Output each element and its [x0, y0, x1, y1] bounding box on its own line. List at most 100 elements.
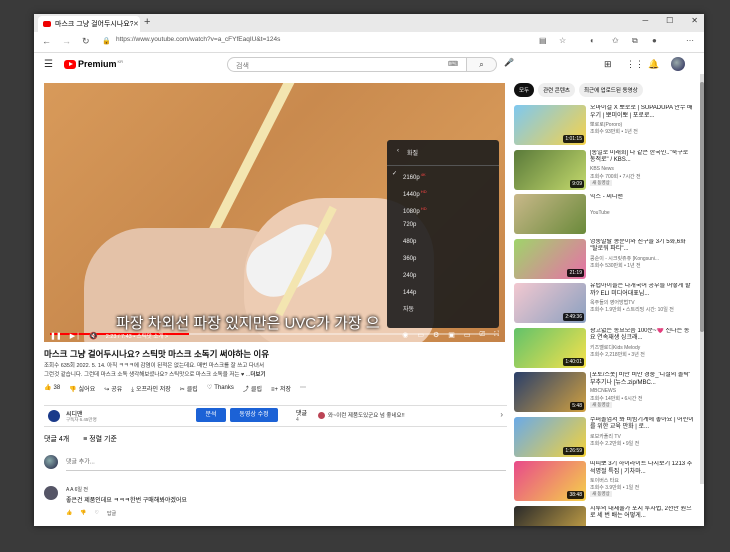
video-thumbnail[interactable]: 9:09 [514, 149, 586, 190]
quality-option[interactable]: 1440p HD [387, 183, 499, 200]
reply-button[interactable]: 답글 [107, 510, 116, 517]
video-thumbnail[interactable]: 38:48 [514, 461, 586, 501]
filter-chip[interactable]: 최근에 업로드된 동영상 [578, 83, 643, 97]
recommended-video[interactable]: 시루의 대체불가 포지 투자법, 2천만 원으로 세 번 배는 어떻게... [514, 504, 694, 526]
mute-icon[interactable]: 🔇 [89, 332, 98, 340]
new-tab-button[interactable]: + [144, 16, 150, 28]
cast-icon[interactable]: ⎚ [479, 331, 485, 339]
url-field[interactable]: https://www.youtube.com/watch?v=a_cFYfEa… [116, 36, 306, 43]
recommended-video[interactable]: 1:26:59 수퍼돌업서 봐 비빔기계에 놓아요 | 어린이를 위한 교육 만화… [514, 415, 694, 460]
recommended-video[interactable]: 21:19 엉뚱발랄 콩순이와 친구들 3기 5화,6화 "탈로워 파티"... 콩… [514, 237, 694, 282]
video-thumbnail[interactable]: 5:48 [514, 372, 586, 412]
video-description[interactable]: 조회수 635회 2022. 5. 14. 아직 ㅋㅋㅋ에 감염이 된적은 없는… [44, 362, 514, 380]
quality-menu-header[interactable]: ‹ 화질 [387, 140, 499, 166]
filter-chip[interactable]: 모두 [514, 83, 535, 97]
action-button[interactable]: ⤴ 클립 [243, 384, 262, 394]
scroll-thumb[interactable] [700, 82, 704, 332]
page-scrollbar[interactable] [700, 74, 704, 484]
recommended-channel[interactable]: MBCNEWS [590, 388, 616, 394]
video-player[interactable]: 파장 차외선 파장 있지만은 UVC가 가장 으 ‹ 화질 2160p 4K14… [44, 83, 505, 342]
recommended-video[interactable]: 믹스 - 씨디맨 YouTube [514, 192, 694, 237]
video-thumbnail[interactable]: 1:40:01 [514, 327, 586, 368]
recommended-channel[interactable]: 키즈멜로디Kids Melody [590, 344, 640, 351]
action-button[interactable]: 👍 38 [44, 384, 60, 394]
comment-dislike-icon[interactable]: 👎 [80, 510, 86, 517]
recommended-video[interactable]: 5:48 [포토/스폿] 비만 비만 경충_'디절의 몰락' 부추기나 [뉴스.z… [514, 370, 694, 415]
maximize-icon[interactable]: ☐ [666, 16, 673, 25]
quality-option[interactable]: 자동 [387, 302, 499, 319]
action-button[interactable]: 👎 싫어요 [69, 384, 95, 394]
channel-avatar[interactable] [48, 410, 60, 422]
recommended-channel[interactable]: YouTube [590, 210, 610, 216]
recommended-title[interactable]: 믹스 - 씨디맨 [590, 194, 694, 202]
action-button[interactable]: ↪ 공유 [104, 384, 122, 394]
edit-video-button[interactable]: 동영상 수정 [230, 408, 278, 422]
quality-option[interactable]: 480p [387, 234, 499, 251]
video-thumbnail[interactable]: 1:01:15 [514, 105, 586, 145]
chevron-right-icon[interactable]: › [500, 410, 503, 419]
sort-button[interactable]: ≡ 정렬 기준 [83, 434, 117, 444]
miniplayer-icon[interactable]: ▣ [448, 331, 455, 339]
recommended-channel[interactable]: 뽀로로(Pororo) [590, 121, 622, 128]
filter-chip[interactable]: 관련 콘텐츠 [538, 83, 575, 97]
quality-option[interactable]: 720p [387, 217, 499, 234]
recommended-title[interactable]: [통일로 미래회] 다 같은 한국인.."죽구로 동적로" / KBS... [590, 150, 694, 165]
recommended-video[interactable]: 1:01:15 오마이걸 X 뽀로로 | SUPADUPA 안무 배우기 | 뽀미… [514, 103, 694, 148]
comment-like-icon[interactable]: 👍 [66, 510, 72, 517]
search-input[interactable]: 검색 [227, 57, 467, 72]
video-thumbnail[interactable] [514, 194, 586, 234]
menu-dots-icon[interactable]: ⋯ [686, 36, 694, 45]
comments-mini[interactable]: 댓글 4 [296, 408, 307, 423]
forward-icon[interactable]: → [62, 36, 71, 46]
quality-option[interactable]: 360p [387, 251, 499, 268]
recommended-channel[interactable]: 로보카폴리 TV [590, 433, 621, 440]
recommended-title[interactable]: 광고없는 동요모음 100분~💗 신나는 동요 연속재생 싱크래... [590, 328, 694, 343]
star-icon[interactable]: ☆ [559, 36, 566, 45]
extension-icon[interactable]: ◐ [590, 36, 595, 45]
search-button[interactable]: ⌕ [467, 57, 497, 72]
add-comment[interactable]: 댓글 추가... [44, 455, 506, 471]
recommended-title[interactable]: 유럽아이들은 다개국어 공부를 어떻게 할까? ELI 미디어대표님... [590, 283, 694, 298]
recommended-channel[interactable]: 옥주들의 영어방법TV [590, 299, 635, 306]
recommended-channel[interactable]: 토이버스 타요 [590, 477, 619, 484]
action-button[interactable]: ⤓ 오프라인 저장 [131, 384, 170, 394]
apps-icon[interactable]: ⋮⋮ [626, 59, 644, 70]
recommended-channel[interactable]: 콩순이 - 시크릿쥬쥬 [Kongsuni... [590, 255, 659, 262]
refresh-icon[interactable]: ↻ [82, 36, 90, 47]
fullscreen-icon[interactable]: ⛶ [494, 331, 499, 339]
reader-icon[interactable]: ▤ [539, 36, 547, 45]
tab-close-icon[interactable]: ✕ [133, 20, 139, 28]
action-button[interactable]: ≡+ 저장 [271, 384, 291, 394]
recommended-title[interactable]: [포토/스폿] 비만 비만 경충_'디절의 몰락' 부추기나 [뉴스.zip/M… [590, 372, 694, 387]
minimize-icon[interactable]: ─ [642, 16, 648, 25]
action-button[interactable]: ♡ Thanks [207, 384, 234, 394]
action-button[interactable]: ✂ 클립 [180, 384, 198, 394]
quality-option[interactable]: 2160p 4K [387, 166, 499, 183]
more-link[interactable]: 더보기 [250, 372, 265, 378]
recommended-title[interactable]: 수퍼돌업서 봐 비빔기계에 놓아요 | 어린이를 위한 교육 만화 | 로... [590, 417, 694, 432]
favorites-icon[interactable]: ✩ [612, 36, 619, 45]
keyboard-icon[interactable]: ⌨ [448, 60, 458, 68]
microphone-icon[interactable]: 🎤 [504, 58, 514, 67]
comment-author[interactable]: A A 6일 전 [66, 486, 88, 493]
recommended-title[interactable]: 오마이걸 X 뽀로로 | SUPADUPA 안무 배우기 | 뽀미이뽀 | 포로… [590, 105, 694, 120]
recommended-title[interactable]: 시루의 대체불가 포지 투자법, 2천만 원으로 세 번 배는 어떻게... [590, 506, 694, 521]
user-avatar[interactable] [671, 57, 685, 71]
quality-option[interactable]: 240p [387, 268, 499, 285]
notifications-bell-icon[interactable]: 🔔 [648, 59, 659, 70]
create-video-icon[interactable]: ⊞ [604, 59, 612, 70]
next-icon[interactable]: ▶❘ [70, 332, 81, 340]
recommended-video[interactable]: 9:09 [통일로 미래회] 다 같은 한국인.."죽구로 동적로" / KBS.… [514, 148, 694, 193]
video-thumbnail[interactable]: 21:19 [514, 238, 586, 279]
autoplay-toggle-icon[interactable]: ◉ [402, 331, 408, 339]
pause-icon[interactable]: ❚❚ [50, 332, 62, 340]
browser-tab[interactable]: 마스크 그냥 걸어두시나요? 스틱 ✕ [38, 16, 140, 32]
action-button[interactable]: ⋯ [300, 384, 308, 394]
hamburger-menu-icon[interactable]: ☰ [44, 59, 53, 70]
profile-icon[interactable]: ● [652, 36, 657, 45]
analytics-button[interactable]: 분석 [196, 408, 226, 422]
settings-gear-icon[interactable]: ⚙ [433, 331, 439, 339]
back-icon[interactable]: ← [42, 36, 51, 46]
recommended-title[interactable]: 띠띠뽀 3기 하이라이트 다시보기 1213 추석명절 특집 | 기차마... [590, 461, 694, 476]
recommended-video[interactable]: 1:40:01 광고없는 동요모음 100분~💗 신나는 동요 연속재생 싱크래.… [514, 326, 694, 371]
